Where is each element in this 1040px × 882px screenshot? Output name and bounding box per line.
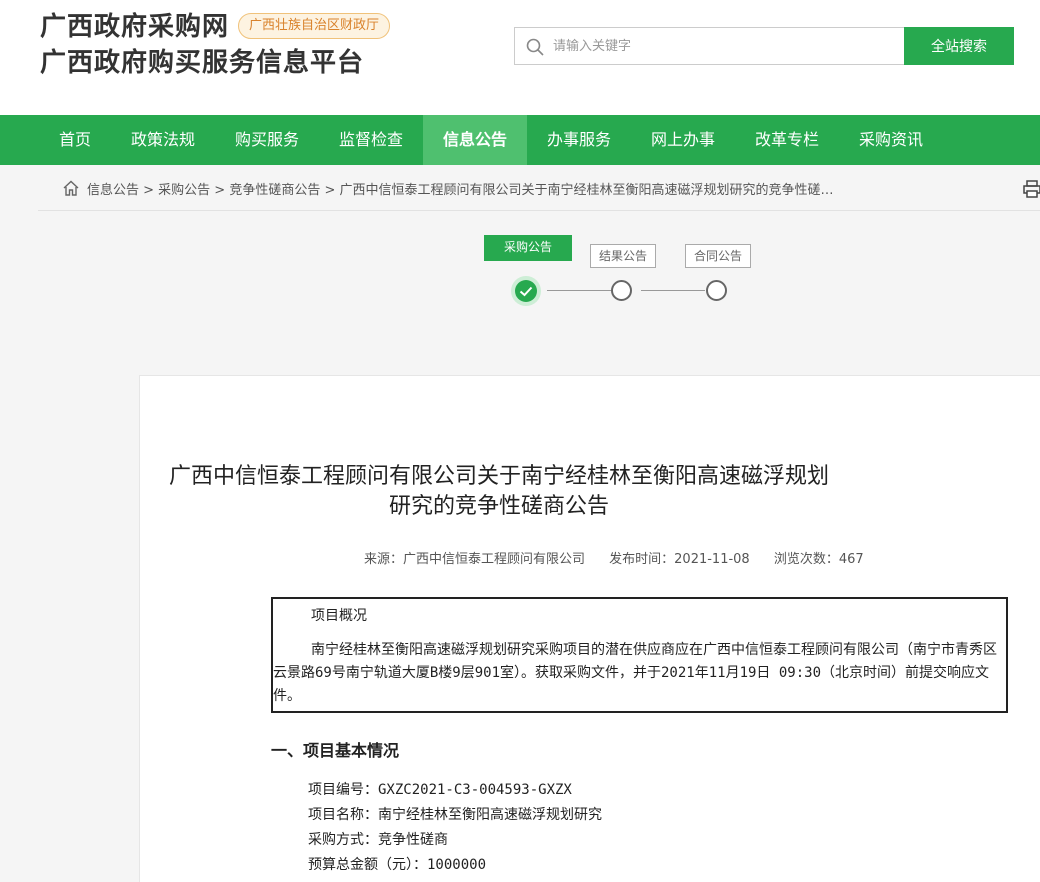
article-publish-time: 发布时间：2021-11-08 (609, 552, 750, 567)
nav-item-reform[interactable]: 改革专栏 (739, 115, 835, 165)
step-label-result-notice[interactable]: 结果公告 (590, 244, 656, 268)
nav-item-news[interactable]: 采购资讯 (843, 115, 939, 165)
search-box[interactable] (514, 27, 906, 65)
article-meta: 来源：广西中信恒泰工程顾问有限公司 发布时间：2021-11-08 浏览次数：4… (364, 548, 884, 567)
section-heading: 一、项目基本情况 (271, 741, 400, 760)
finance-dept-badge[interactable]: 广西壮族自治区财政厅 (238, 13, 391, 39)
site-name[interactable]: 广西政府采购网 (40, 6, 229, 43)
step-connector (641, 290, 705, 291)
step-label-contract-notice[interactable]: 合同公告 (685, 244, 751, 268)
project-number: 项目编号：GXZC2021-C3-004593-GXZX (308, 782, 572, 798)
breadcrumb: 信息公告 > 采购公告 > 竞争性磋商公告 > 广西中信恒泰工程顾问有限公司关于… (38, 165, 1040, 211)
article-title: 广西中信恒泰工程顾问有限公司关于南宁经桂林至衡阳高速磁浮规划 研究的竞争性磋商公… (168, 464, 829, 519)
nav-item-purchase-service[interactable]: 购买服务 (219, 115, 315, 165)
step-pending-circle (611, 280, 632, 301)
overview-body: 南宁经桂林至衡阳高速磁浮规划研究采购项目的潜在供应商应在广西中信恒泰工程顾问有限… (273, 642, 997, 704)
project-overview-box: 项目概况 南宁经桂林至衡阳高速磁浮规划研究采购项目的潜在供应商应在广西中信恒泰工… (271, 597, 1008, 713)
nav-item-online[interactable]: 网上办事 (635, 115, 731, 165)
search-icon (526, 38, 544, 56)
nav-item-policy[interactable]: 政策法规 (115, 115, 211, 165)
nav-item-services[interactable]: 办事服务 (531, 115, 627, 165)
overview-heading: 项目概况 (311, 608, 367, 624)
search-input[interactable] (553, 28, 893, 64)
step-connector (547, 290, 611, 291)
main-nav: 首页 政策法规 购买服务 监督检查 信息公告 办事服务 网上办事 改革专栏 采购… (0, 115, 1040, 165)
article-source: 来源：广西中信恒泰工程顾问有限公司 (364, 552, 586, 567)
step-label-purchase-notice[interactable]: 采购公告 (484, 235, 572, 261)
procurement-method: 采购方式：竞争性磋商 (308, 832, 448, 848)
breadcrumb-path[interactable]: 信息公告 > 采购公告 > 竞争性磋商公告 > 广西中信恒泰工程顾问有限公司关于… (87, 179, 833, 198)
site-header: 广西政府采购网 广西壮族自治区财政厅 广西政府购买服务信息平台 全站搜索 (0, 0, 1040, 115)
step-pending-circle (706, 280, 727, 301)
project-name: 项目名称：南宁经桂林至衡阳高速磁浮规划研究 (308, 807, 602, 823)
site-search-button[interactable]: 全站搜索 (904, 27, 1014, 65)
print-icon[interactable] (1022, 179, 1040, 199)
article-views: 浏览次数：467 (773, 552, 864, 567)
budget-amount: 预算总金额（元）：1000000 (308, 857, 487, 873)
nav-item-supervision[interactable]: 监督检查 (323, 115, 419, 165)
check-icon (515, 280, 537, 302)
nav-item-announcements[interactable]: 信息公告 (423, 115, 527, 165)
site-subtitle: 广西政府购买服务信息平台 (40, 48, 365, 78)
home-icon[interactable] (62, 179, 80, 197)
nav-item-home[interactable]: 首页 (40, 115, 110, 165)
